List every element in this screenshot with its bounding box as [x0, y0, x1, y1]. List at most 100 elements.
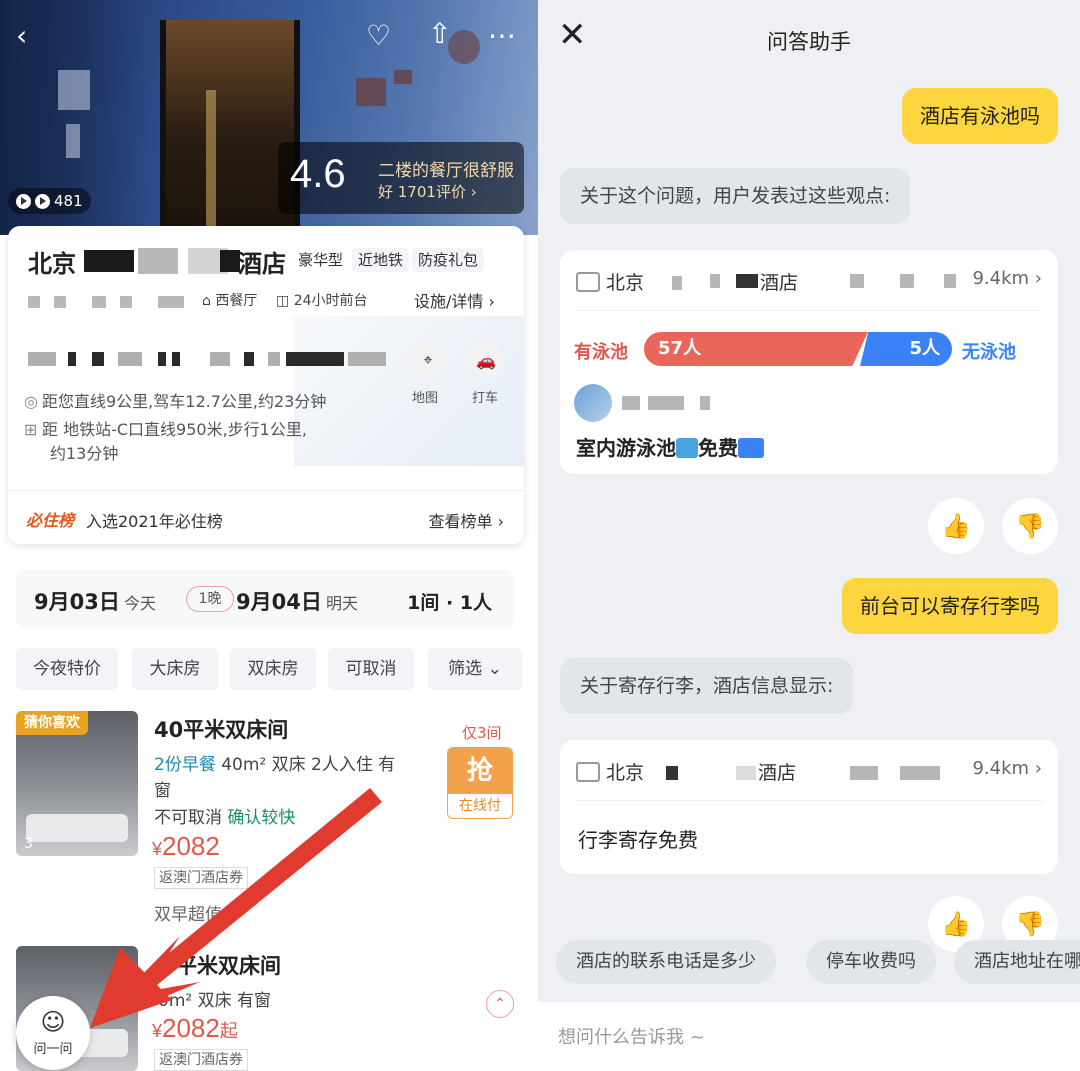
hotel-tag: 豪华型 [298, 251, 344, 269]
redacted-text [850, 274, 864, 288]
divider [576, 310, 1042, 311]
answer-card-luggage[interactable]: 北京 酒店 9.4km › 行李寄存免费 [560, 740, 1058, 874]
blur-patch [448, 30, 480, 64]
location-icon: ◎ [24, 392, 38, 411]
ranking-text: 入选2021年必住榜 [86, 512, 223, 531]
media-views-badge[interactable]: 481 [8, 188, 91, 214]
card-hotel-suffix: 酒店 [758, 762, 797, 784]
facility-24h-desk: ◫ 24小时前台 [276, 293, 368, 309]
chevron-right-icon: › [1034, 758, 1042, 779]
play-icon [16, 193, 31, 209]
restaurant-icon: ⌂ [202, 293, 216, 309]
rooms-guests[interactable]: 1间 · 1人 [407, 588, 492, 615]
question-input[interactable] [558, 1020, 1058, 1054]
question-input-bar [538, 1002, 1080, 1071]
qa-header: ✕ 问答助手 [538, 0, 1080, 76]
hotel-tag: 防疫礼包 [412, 248, 485, 272]
checkout-label: 明天 [326, 594, 359, 613]
has-pool-label: 有泳池 [574, 342, 628, 363]
back-arrow-icon[interactable]: ‹ [16, 22, 27, 50]
no-pool-bar: 5人 [860, 332, 952, 366]
share-icon[interactable]: ⇧ [428, 20, 451, 48]
room-policy: 不可取消 确认较快 [154, 808, 296, 828]
views-count: 481 [54, 192, 83, 210]
heart-icon[interactable]: ♡ [366, 22, 391, 50]
bed-shape [26, 814, 128, 842]
card-distance: 9.4km › [972, 268, 1042, 289]
guess-you-like-badge: 猜你喜欢 [16, 711, 88, 735]
hotel-hero-image[interactable]: ‹ ♡ ⇧ ⋯ 481 4.6 二楼的餐厅很舒服 好 1701评价 › [0, 0, 538, 235]
assistant-intro: 关于寄存行李，酒店信息显示: [560, 658, 854, 714]
thumbs-down-icon[interactable]: 👎 [1002, 498, 1058, 554]
card-hotel-name: 北京 [576, 268, 644, 295]
more-icon[interactable]: ⋯ [488, 22, 516, 50]
filter-tonight-deal[interactable]: 今夜特价 [16, 648, 118, 690]
redacted-username [648, 396, 684, 410]
ask-assistant-button[interactable]: ☺ 问一问 [16, 996, 90, 1070]
filter-king-bed[interactable]: 大床房 [132, 648, 218, 690]
book-now-button[interactable]: 抢 在线付 [447, 747, 513, 819]
room-price: ¥2082 [152, 831, 220, 861]
user-question: 酒店有泳池吗 [902, 88, 1058, 144]
blur-patch [356, 78, 386, 106]
suggestion-chip-address[interactable]: 酒店地址在哪 [954, 940, 1080, 984]
redacted-text [900, 274, 914, 288]
redacted-text [672, 276, 682, 290]
hotel-name-prefix: 北京 [28, 250, 76, 278]
qa-assistant-panel: ✕ 问答助手 酒店有泳池吗 关于这个问题，用户发表过这些观点: 北京 酒店 9.… [538, 0, 1080, 1071]
rating-box[interactable]: 4.6 二楼的餐厅很舒服 好 1701评价 › [278, 142, 524, 214]
distance-info: ◎ 距您直线9公里,驾车12.7公里,约23分钟 [24, 392, 327, 411]
card-hotel-name: 北京 [576, 758, 644, 785]
user-question: 前台可以寄存行李吗 [842, 578, 1058, 634]
room-image[interactable]: 猜你喜欢 3 [16, 711, 138, 856]
answer-card-pool[interactable]: 北京 酒店 9.4km › 有泳池 57人 5人 无泳池 室内游泳池 免费 [560, 250, 1058, 474]
hotel-name: 北京 [28, 244, 76, 279]
taxi-button[interactable]: 🚗 [468, 342, 504, 378]
rating-reviews: 好 1701评价 › [378, 183, 477, 201]
filter-twin-bed[interactable]: 双床房 [230, 648, 316, 690]
redacted-text [138, 248, 178, 274]
taxi-label: 打车 [472, 391, 499, 406]
checkin-label: 今天 [124, 594, 157, 613]
chevron-right-icon: › [1034, 268, 1042, 289]
car-icon: 🚗 [476, 350, 496, 370]
redacted-text [84, 250, 134, 272]
suggestion-chip-parking[interactable]: 停车收费吗 [806, 940, 936, 984]
pay-online-label: 在线付 [448, 794, 512, 818]
metro-info-cont: 约13分钟 [50, 444, 119, 463]
checkin-date: 9月03日 [34, 590, 120, 614]
ranking-bar[interactable]: 必住榜 入选2021年必住榜 查看榜单 › [8, 490, 524, 544]
room-price: ¥2082起 [152, 1013, 238, 1043]
hotel-tag: 近地铁 [352, 248, 410, 272]
has-pool-bar: 57人 [644, 332, 868, 366]
thumbs-up-icon[interactable]: 👍 [928, 498, 984, 554]
qa-title: 问答助手 [767, 30, 851, 54]
avatar [574, 384, 612, 422]
redacted-text [220, 250, 240, 272]
hotel-image-icon [576, 762, 600, 782]
hotel-detail-panel: ‹ ♡ ⇧ ⋯ 481 4.6 二楼的餐厅很舒服 好 1701评价 › 北京 酒… [0, 0, 538, 1071]
redacted-username [622, 396, 640, 410]
nights-badge: 1晚 [186, 586, 234, 612]
filter-cancellable[interactable]: 可取消 [328, 648, 414, 690]
facilities-details-link[interactable]: 设施/详情 › [414, 288, 495, 312]
room-details: 0m² 双床 有窗 [158, 991, 271, 1011]
photo-icon [35, 193, 50, 209]
map-button[interactable]: ⌖ [410, 342, 446, 378]
suggestion-chip-phone[interactable]: 酒店的联系电话是多少 [556, 940, 776, 984]
clock-icon: ◫ [276, 293, 294, 309]
date-selector[interactable]: 9月03日 今天 1晚 9月04日 明天 1间 · 1人 [16, 570, 514, 628]
no-pool-label: 无泳池 [962, 342, 1016, 363]
coupon-tag: 返澳门酒店券 [154, 867, 248, 889]
card-hotel-suffix: 酒店 [760, 272, 799, 294]
room-title[interactable]: 40平米双床间 [154, 714, 288, 744]
room-extra: 双早超值 [154, 905, 222, 925]
collapse-up-icon[interactable]: ⌃ [486, 990, 514, 1018]
filter-more-button[interactable]: 筛选 ⌄ [428, 648, 522, 690]
map-label: 地图 [412, 391, 439, 406]
room-title[interactable]: 平米双床间 [176, 950, 281, 980]
assistant-icon: ☺ [40, 1008, 66, 1036]
redacted-text [710, 274, 720, 288]
view-ranking-link[interactable]: 查看榜单 › [429, 508, 505, 532]
redacted-text [900, 766, 940, 780]
